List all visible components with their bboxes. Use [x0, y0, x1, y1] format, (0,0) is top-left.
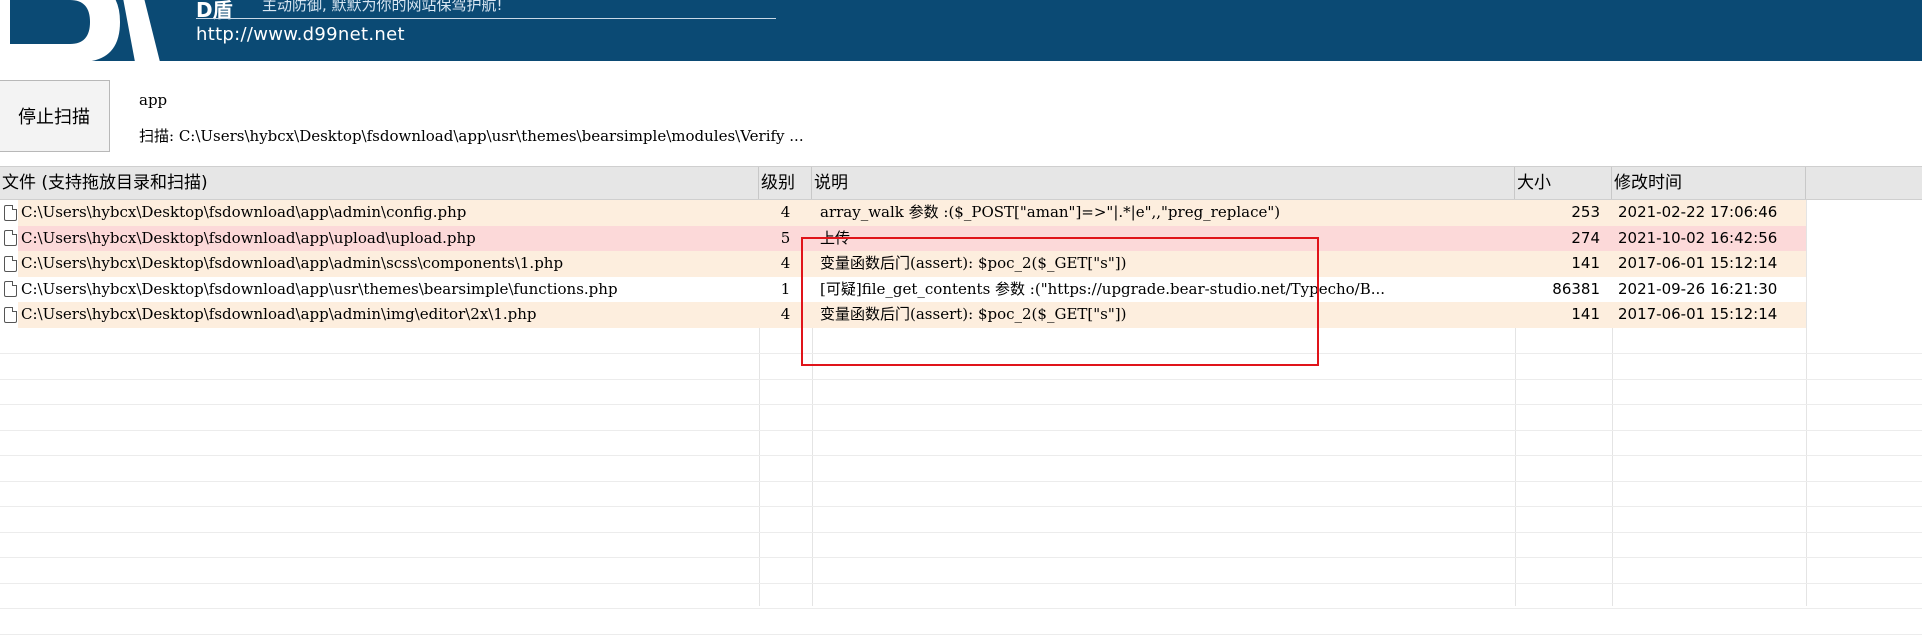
row-divider [0, 633, 1922, 635]
file-path: C:\Users\hybcx\Desktop\fsdownload\app\ad… [21, 203, 467, 221]
row-divider [0, 531, 1922, 533]
file-icon [4, 281, 17, 298]
results-table: 文件 (支持拖放目录和扫描) 级别 说明 大小 修改时间 C:\Users\hy… [0, 166, 1922, 635]
column-header-level[interactable]: 级别 [759, 167, 812, 199]
size-cell: 86381 [1552, 279, 1600, 298]
description-cell: [可疑]file_get_contents 参数 :("https://upgr… [820, 279, 1386, 298]
modified-time-cell: 2021-02-22 17:06:46 [1618, 203, 1778, 221]
modified-time-cell: 2021-09-26 16:21:30 [1618, 279, 1778, 298]
level-cell: 4 [780, 305, 791, 323]
table-header: 文件 (支持拖放目录和扫描) 级别 说明 大小 修改时间 [0, 166, 1922, 200]
column-header-size[interactable]: 大小 [1515, 167, 1612, 199]
row-divider [0, 404, 1922, 405]
level-cell: 1 [780, 279, 791, 298]
modified-time-cell: 2021-10-02 16:42:56 [1618, 228, 1778, 247]
file-icon [4, 306, 17, 323]
table-row[interactable]: C:\Users\hybcx\Desktop\fsdownload\app\ad… [0, 251, 1922, 277]
brand-mark: D盾 [196, 0, 233, 22]
row-divider [0, 582, 1922, 584]
level-cell: 5 [780, 228, 791, 247]
column-header-file[interactable]: 文件 (支持拖放目录和扫描) [0, 167, 759, 199]
row-divider [0, 455, 1922, 456]
banner-slogan: 主动防御, 默默为你的网站保驾护航! [262, 0, 503, 14]
column-header-modified-time[interactable]: 修改时间 [1612, 167, 1806, 199]
file-icon [4, 255, 17, 272]
file-path: C:\Users\hybcx\Desktop\fsdownload\app\up… [21, 228, 476, 247]
header-banner: D盾 主动防御, 默默为你的网站保驾护航! http://www.d99net.… [0, 0, 1922, 61]
file-path: C:\Users\hybcx\Desktop\fsdownload\app\ad… [21, 305, 537, 323]
row-divider [0, 480, 1922, 482]
table-row[interactable]: C:\Users\hybcx\Desktop\fsdownload\app\ad… [0, 200, 1922, 226]
table-row[interactable]: C:\Users\hybcx\Desktop\fsdownload\app\us… [0, 276, 1922, 303]
row-divider [0, 557, 1922, 558]
row-divider [0, 608, 1922, 609]
table-body: C:\Users\hybcx\Desktop\fsdownload\app\ad… [0, 200, 1922, 328]
file-path: C:\Users\hybcx\Desktop\fsdownload\app\ad… [21, 254, 564, 272]
size-cell: 253 [1571, 203, 1600, 221]
description-cell: 上传 [820, 228, 851, 247]
size-cell: 274 [1571, 228, 1600, 247]
file-cell: C:\Users\hybcx\Desktop\fsdownload\app\ad… [0, 302, 759, 328]
file-cell: C:\Users\hybcx\Desktop\fsdownload\app\ad… [0, 251, 759, 277]
row-divider [0, 506, 1922, 507]
level-cell: 4 [780, 203, 791, 221]
modified-time-cell: 2017-06-01 15:12:14 [1618, 305, 1778, 323]
column-header-description[interactable]: 说明 [812, 167, 1515, 199]
scan-target-label: app [139, 91, 168, 109]
banner-divider [196, 18, 776, 19]
file-cell: C:\Users\hybcx\Desktop\fsdownload\app\up… [0, 226, 759, 252]
description-cell: array_walk 参数 :($_POST["aman"]=>"|.*|e",… [820, 203, 1281, 221]
banner-url[interactable]: http://www.d99net.net [196, 24, 405, 45]
table-row[interactable]: C:\Users\hybcx\Desktop\fsdownload\app\ad… [0, 302, 1922, 328]
level-cell: 4 [780, 254, 791, 272]
row-divider [0, 353, 1922, 354]
description-cell: 变量函数后门(assert): $poc_2($_GET["s"]) [820, 305, 1127, 323]
row-divider [0, 429, 1922, 431]
table-row[interactable]: C:\Users\hybcx\Desktop\fsdownload\app\up… [0, 225, 1922, 252]
stop-scan-button[interactable]: 停止扫描 [0, 80, 110, 152]
description-cell: 变量函数后门(assert): $poc_2($_GET["s"]) [820, 254, 1127, 272]
file-icon [4, 204, 17, 221]
scan-status-text: 扫描: C:\Users\hybcx\Desktop\fsdownload\ap… [139, 127, 804, 145]
size-cell: 141 [1571, 305, 1600, 323]
file-path: C:\Users\hybcx\Desktop\fsdownload\app\us… [21, 279, 618, 298]
modified-time-cell: 2017-06-01 15:12:14 [1618, 254, 1778, 272]
size-cell: 141 [1571, 254, 1600, 272]
file-cell: C:\Users\hybcx\Desktop\fsdownload\app\us… [0, 277, 759, 303]
d-shield-logo [0, 0, 160, 61]
file-cell: C:\Users\hybcx\Desktop\fsdownload\app\ad… [0, 200, 759, 226]
row-divider [0, 378, 1922, 380]
file-icon [4, 230, 17, 247]
